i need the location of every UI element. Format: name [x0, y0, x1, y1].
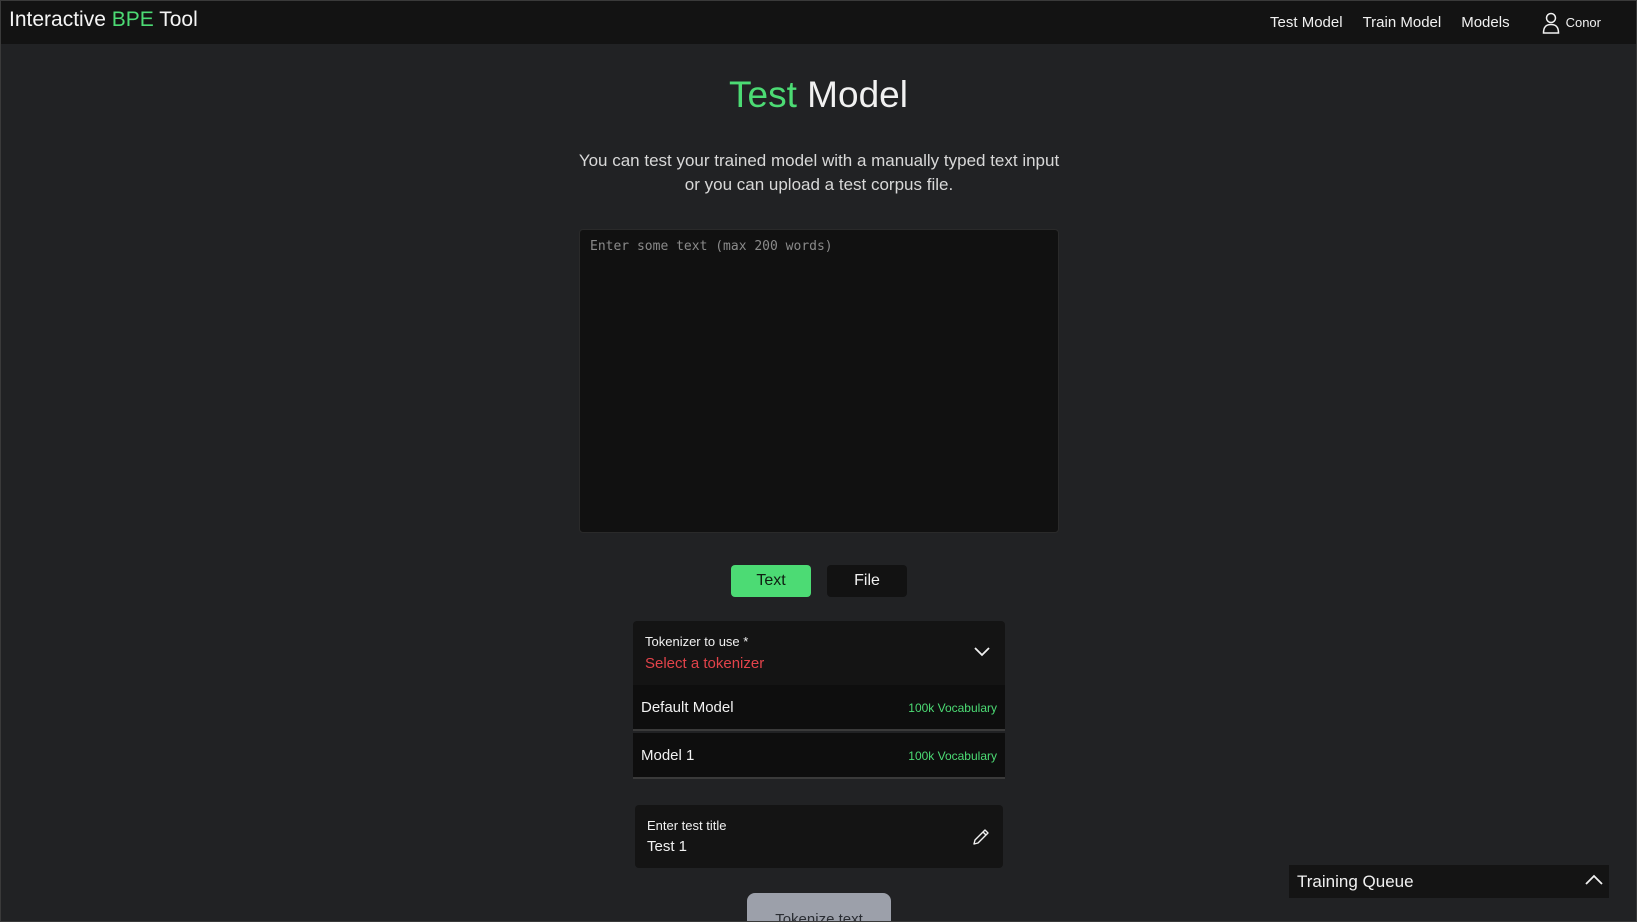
tokenizer-select-placeholder: Select a tokenizer: [645, 655, 765, 672]
pencil-icon[interactable]: [971, 827, 991, 847]
brand-accent: BPE: [111, 8, 154, 31]
user-menu[interactable]: Conor: [1542, 12, 1601, 34]
subtitle-line-1: You can test your trained model with a m…: [578, 151, 1060, 170]
tokenizer-option[interactable]: Default Model 100k Vocabulary: [633, 685, 1005, 731]
text-input-area[interactable]: [579, 229, 1059, 533]
page-title-rest: Model: [796, 74, 908, 115]
navbar: Interactive BPE Tool Test Model Train Mo…: [1, 1, 1636, 44]
user-icon: [1542, 12, 1559, 34]
page-title-accent: Test: [729, 74, 797, 115]
page-subtitle: You can test your trained model with a m…: [569, 149, 1069, 197]
file-mode-button[interactable]: File: [827, 565, 907, 597]
test-title-value: Test 1: [647, 838, 688, 855]
test-title-field[interactable]: Enter test title Test 1: [635, 805, 1003, 868]
nav-link-test-model[interactable]: Test Model: [1270, 14, 1343, 31]
tokenizer-option-vocab: 100k Vocabulary: [908, 701, 997, 715]
chevron-up-icon[interactable]: [1584, 873, 1604, 887]
tokenizer-option[interactable]: Model 1 100k Vocabulary: [633, 733, 1005, 779]
chevron-down-icon: [974, 647, 990, 657]
tokenizer-option-name: Default Model: [641, 699, 734, 716]
training-queue-panel[interactable]: Training Queue: [1289, 865, 1609, 898]
brand-logo[interactable]: Interactive BPE Tool: [9, 8, 198, 32]
brand-prefix: Interactive: [9, 8, 112, 31]
nav-link-models[interactable]: Models: [1461, 14, 1509, 31]
nav-links: Test Model Train Model Models Conor: [1270, 1, 1636, 44]
tokenizer-option-name: Model 1: [641, 747, 695, 764]
page-title: Test Model: [1, 74, 1636, 116]
tokenize-button[interactable]: Tokenize text: [747, 893, 891, 921]
text-mode-button[interactable]: Text: [731, 565, 811, 597]
tokenizer-select-label: Tokenizer to use *: [645, 634, 749, 649]
app-window: Interactive BPE Tool Test Model Train Mo…: [0, 0, 1637, 922]
training-queue-title: Training Queue: [1297, 872, 1414, 891]
test-title-label: Enter test title: [647, 818, 727, 833]
brand-suffix: Tool: [153, 8, 198, 31]
tokenizer-select[interactable]: Tokenizer to use * Select a tokenizer: [633, 621, 1005, 685]
tokenizer-option-vocab: 100k Vocabulary: [908, 749, 997, 763]
user-name: Conor: [1565, 15, 1601, 30]
nav-link-train-model[interactable]: Train Model: [1363, 14, 1442, 31]
subtitle-line-2: or you can upload a test corpus file.: [684, 175, 954, 194]
